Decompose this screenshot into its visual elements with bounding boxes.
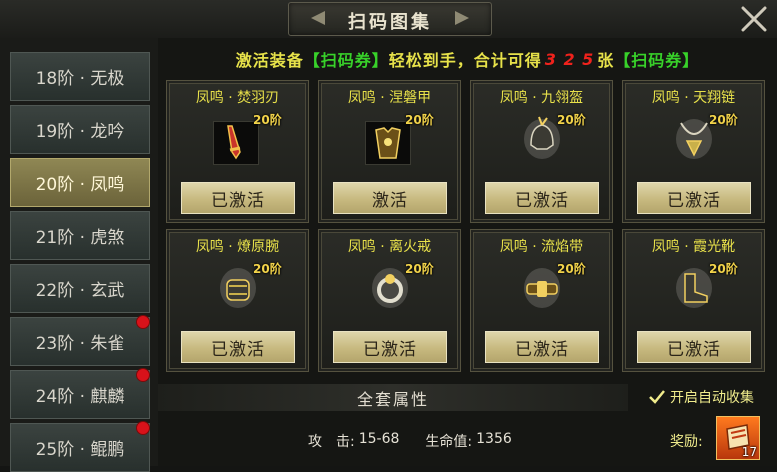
tier-label: 25阶 · 鲲鹏 <box>35 440 125 460</box>
window-title: 扫码图集 <box>348 12 432 33</box>
equipment-card: 凤鸣 · 涅磐甲 20阶 激活 <box>318 80 461 223</box>
activate-button[interactable]: 已激活 <box>181 182 295 214</box>
tier-item-19[interactable]: 19阶 · 龙吟 <box>10 105 150 154</box>
tier-label: 24阶 · 麒麟 <box>35 387 125 407</box>
tier-item-22[interactable]: 22阶 · 玄武 <box>10 264 150 313</box>
stat-name: 生命值: <box>425 434 473 450</box>
activate-button[interactable]: 已激活 <box>485 182 599 214</box>
tier-item-20[interactable]: 20阶 · 凤鸣 <box>10 158 150 207</box>
tier-label: 22阶 · 玄武 <box>35 281 125 301</box>
equipment-name: 凤鸣 · 燎原腕 <box>195 239 280 255</box>
tier-badge: 20阶 <box>709 113 738 127</box>
tier-label: 18阶 · 无极 <box>35 69 125 89</box>
auto-collect-label: 开启自动收集 <box>670 390 754 406</box>
equipment-card: 凤鸣 · 焚羽刃 20阶 已激活 <box>166 80 309 223</box>
stat-hp: 生命值: 1356 <box>425 431 511 451</box>
tier-badge: 20阶 <box>557 262 586 276</box>
stat-value: 15-68 <box>358 431 400 447</box>
suit-attributes-header: 全套属性 <box>158 384 628 411</box>
tier-label: 23阶 · 朱雀 <box>35 334 125 354</box>
tier-list: 18阶 · 无极 19阶 · 龙吟 20阶 · 凤鸣 21阶 · 虎煞 22阶 … <box>0 38 159 472</box>
tier-label: 21阶 · 虎煞 <box>35 228 125 248</box>
equipment-card: 凤鸣 · 天翔链 20阶 已激活 <box>622 80 765 223</box>
alert-dot-icon <box>136 421 150 435</box>
stat-attack: 攻 击: 15-68 <box>308 431 399 451</box>
tier-badge: 20阶 <box>557 113 586 127</box>
banner-unit: 张 <box>597 51 615 70</box>
tier-badge: 20阶 <box>709 262 738 276</box>
equipment-name: 凤鸣 · 天翔链 <box>651 90 736 106</box>
tier-item-18[interactable]: 18阶 · 无极 <box>10 52 150 101</box>
banner-tag: 【扫码券】 <box>303 51 389 70</box>
equipment-name: 凤鸣 · 霞光靴 <box>651 239 736 255</box>
stat-name: 攻 击: <box>308 434 355 450</box>
banner-prefix: 激活装备 <box>235 51 304 70</box>
equipment-card: 凤鸣 · 九翎盔 20阶 已激活 <box>470 80 613 223</box>
reward-count: 17 <box>741 445 757 459</box>
banner-tag: 【扫码券】 <box>614 51 700 70</box>
activate-button[interactable]: 已激活 <box>637 182 751 214</box>
tier-item-21[interactable]: 21阶 · 虎煞 <box>10 211 150 260</box>
auto-collect-toggle[interactable]: 开启自动收集 <box>648 385 754 409</box>
equipment-name: 凤鸣 · 焚羽刃 <box>195 90 280 106</box>
alert-dot-icon <box>136 368 150 382</box>
close-icon[interactable] <box>737 2 771 36</box>
equipment-name: 凤鸣 · 九翎盔 <box>499 90 584 106</box>
equipment-name: 凤鸣 · 涅磐甲 <box>347 90 432 106</box>
alert-dot-icon <box>136 315 150 329</box>
tier-badge: 20阶 <box>405 262 434 276</box>
main-panel: 激活装备 【扫码券】 轻松到手，合计可得 3 2 5 张 【扫码券】 凤鸣 · … <box>158 38 777 466</box>
tier-label: 19阶 · 龙吟 <box>35 122 125 142</box>
tier-badge: 20阶 <box>253 262 282 276</box>
reward-scroll-icon[interactable]: 17 <box>716 416 760 460</box>
equipment-card: 凤鸣 · 燎原腕 20阶 已激活 <box>166 229 309 372</box>
reward-label: 奖励: <box>670 434 703 450</box>
activation-banner: 激活装备 【扫码券】 轻松到手，合计可得 3 2 5 张 【扫码券】 <box>158 42 777 76</box>
equipment-card: 凤鸣 · 离火戒 20阶 已激活 <box>318 229 461 372</box>
tier-badge: 20阶 <box>405 113 434 127</box>
checkmark-icon <box>648 388 666 406</box>
activate-button[interactable]: 已激活 <box>181 331 295 363</box>
stat-value: 1356 <box>476 431 512 447</box>
banner-amount: 3 2 5 <box>544 49 595 69</box>
tier-label: 20阶 · 凤鸣 <box>35 175 125 195</box>
tier-item-25[interactable]: 25阶 · 鲲鹏 <box>10 421 150 472</box>
equipment-card: 凤鸣 · 流焰带 20阶 已激活 <box>470 229 613 372</box>
header-bar: 扫码图集 <box>0 0 777 39</box>
tier-item-24[interactable]: 24阶 · 麒麟 <box>10 368 150 419</box>
activate-button[interactable]: 激活 <box>333 182 447 214</box>
equipment-card: 凤鸣 · 霞光靴 20阶 已激活 <box>622 229 765 372</box>
banner-middle: 轻松到手，合计可得 <box>388 51 542 70</box>
tier-badge: 20阶 <box>253 113 282 127</box>
title-plate: 扫码图集 <box>288 2 492 36</box>
activate-button[interactable]: 已激活 <box>485 331 599 363</box>
equipment-name: 凤鸣 · 流焰带 <box>499 239 584 255</box>
activate-button[interactable]: 已激活 <box>637 331 751 363</box>
suit-stats: 攻 击: 15-68 生命值: 1356 <box>308 431 512 451</box>
tier-item-23[interactable]: 23阶 · 朱雀 <box>10 315 150 366</box>
activate-button[interactable]: 已激活 <box>333 331 447 363</box>
equipment-name: 凤鸣 · 离火戒 <box>347 239 432 255</box>
